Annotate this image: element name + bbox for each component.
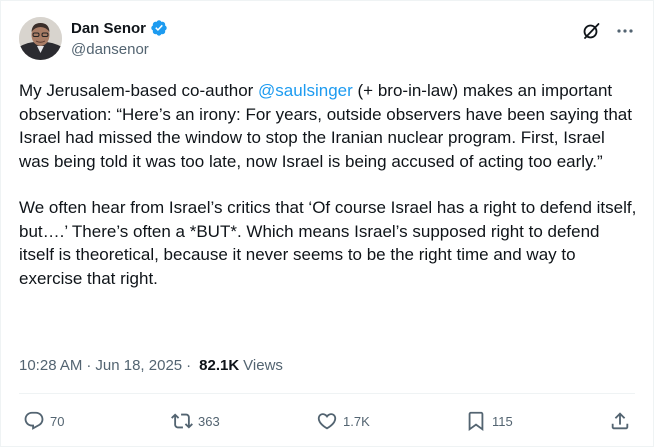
meta-separator: · <box>86 357 92 374</box>
avatar-photo <box>19 17 62 60</box>
like-icon <box>316 410 338 432</box>
verified-badge-icon[interactable] <box>150 19 168 37</box>
like-button[interactable]: 1.7K <box>316 407 370 435</box>
divider <box>19 393 635 394</box>
reply-count: 70 <box>50 413 65 429</box>
views-label: Views <box>243 357 283 374</box>
tweet-meta: 10:28 AM · Jun 18, 2025 · 82.1K Views <box>19 357 283 374</box>
share-button[interactable] <box>609 407 631 435</box>
reply-button[interactable]: 70 <box>23 407 64 435</box>
author-block: Dan Senor @dansenor <box>71 18 168 58</box>
avatar[interactable] <box>19 17 62 60</box>
reply-icon <box>23 410 45 432</box>
tweet-paragraph: My Jerusalem-based co-author @saulsinger… <box>19 79 639 173</box>
tweet-date[interactable]: Jun 18, 2025 <box>95 357 182 374</box>
retweet-button[interactable]: 363 <box>171 407 220 435</box>
views-count: 82.1K <box>199 357 240 374</box>
tweet-card: Dan Senor @dansenor My Jerusalem-based c… <box>0 0 654 447</box>
tweet-text-segment: My Jerusalem-based co-author <box>19 81 259 100</box>
author-handle[interactable]: @dansenor <box>71 41 168 58</box>
meta-separator: · <box>186 357 192 374</box>
tweet-paragraph: We often hear from Israel’s critics that… <box>19 198 637 288</box>
grok-icon[interactable] <box>581 21 601 41</box>
bookmark-button[interactable]: 115 <box>465 407 513 435</box>
mention-link[interactable]: @saulsinger <box>258 81 353 100</box>
like-count: 1.7K <box>343 413 370 429</box>
header-actions <box>581 21 635 41</box>
retweet-count: 363 <box>198 413 220 429</box>
bookmark-icon <box>465 410 487 432</box>
bookmark-count: 115 <box>492 413 513 429</box>
retweet-icon <box>171 410 193 432</box>
tweet-time[interactable]: 10:28 AM <box>19 357 82 374</box>
more-icon[interactable] <box>615 21 635 41</box>
share-icon <box>609 410 631 432</box>
action-bar: 70 363 1.7K 115 <box>1 407 654 435</box>
tweet-text: My Jerusalem-based co-author @saulsinger… <box>19 79 639 290</box>
author-display-name[interactable]: Dan Senor <box>71 20 146 37</box>
